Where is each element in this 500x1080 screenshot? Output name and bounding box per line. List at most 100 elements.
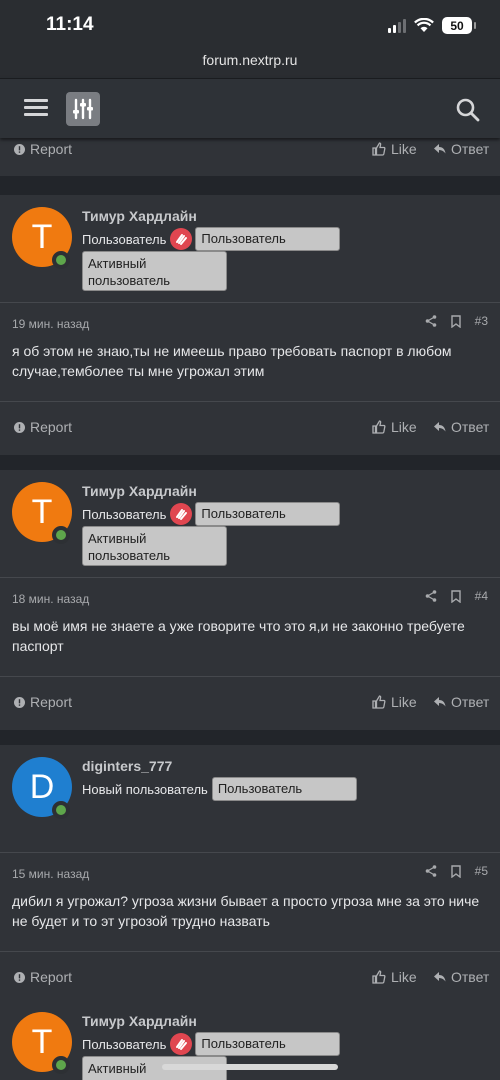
report-label: Report — [30, 419, 73, 435]
like-label: Like — [391, 694, 417, 710]
post-actions: Report Like Ответ — [0, 676, 500, 728]
reply-button[interactable]: Ответ — [434, 141, 489, 157]
post-body: я об этом не знаю,ты не имеешь право тре… — [12, 343, 452, 379]
post-body: вы моё имя не знаете а уже говорите что … — [12, 618, 465, 654]
like-button[interactable]: Like — [372, 141, 417, 157]
share-icon[interactable] — [425, 865, 437, 877]
reply-icon — [434, 972, 446, 982]
status-bar: 11:14 50 — [0, 0, 500, 46]
bookmark-icon[interactable] — [450, 864, 461, 878]
bookmark-icon[interactable] — [450, 314, 461, 328]
battery-indicator: 50 — [442, 17, 476, 34]
user-banner: Пользователь — [195, 502, 341, 526]
username[interactable]: Тимур Хардлайн — [82, 1013, 197, 1029]
thumbs-up-icon — [372, 142, 386, 156]
report-button[interactable]: Report — [14, 969, 72, 985]
post-author-block: T Тимур Хардлайн Пользователь Пользователь А… — [0, 195, 500, 303]
post-actions: Report Like Ответ — [0, 951, 500, 1003]
online-status-icon — [52, 251, 70, 269]
post-actions: Report Like Ответ — [0, 401, 500, 453]
reply-icon — [434, 144, 446, 154]
post-meta-icons: #4 — [425, 589, 488, 603]
user-banner: Пользователь — [211, 777, 357, 801]
bookmark-icon[interactable] — [450, 589, 461, 603]
username[interactable]: Тимур Хардлайн — [82, 208, 197, 224]
reply-label: Ответ — [451, 141, 490, 157]
like-label: Like — [391, 969, 417, 985]
online-status-icon — [52, 1056, 70, 1074]
user-banner: Пользователь — [195, 1032, 341, 1056]
post-time[interactable]: 19 мин. назад — [12, 317, 89, 331]
username[interactable]: diginters_777 — [82, 758, 172, 774]
reply-label: Ответ — [451, 694, 490, 710]
status-time: 11:14 — [46, 14, 94, 35]
like-label: Like — [391, 419, 417, 435]
signal-icon — [388, 18, 406, 33]
user-banner-active: Активный пользователь — [82, 526, 227, 566]
report-label: Report — [30, 694, 73, 710]
forum-navbar — [0, 78, 500, 138]
reply-label: Ответ — [451, 969, 490, 985]
report-button[interactable]: Report — [14, 419, 72, 435]
username[interactable]: Тимур Хардлайн — [82, 483, 197, 499]
user-title: Пользователь — [82, 231, 167, 247]
post-time[interactable]: 18 мин. назад — [12, 592, 89, 606]
user-role-row: Новый пользователь Пользователь — [82, 777, 357, 801]
post-meta: 18 мин. назад #4 — [0, 578, 500, 616]
group-badge-icon — [170, 1033, 193, 1055]
post-number[interactable]: #4 — [475, 589, 488, 603]
post: Ddiginters_777 Новый пользователь Пользова… — [0, 745, 500, 1005]
group-badge-icon — [170, 228, 193, 250]
post-number[interactable]: #5 — [475, 864, 488, 878]
post-time[interactable]: 15 мин. назад — [12, 867, 89, 881]
url-text: forum.nextrp.ru — [202, 52, 298, 68]
reply-label: Ответ — [451, 419, 490, 435]
home-indicator — [162, 1064, 338, 1070]
like-button[interactable]: Like — [372, 694, 417, 710]
alert-icon — [14, 971, 25, 983]
report-label: Report — [30, 141, 73, 157]
online-status-icon — [52, 526, 70, 544]
like-button[interactable]: Like — [372, 969, 417, 985]
reply-button[interactable]: Ответ — [434, 419, 489, 435]
wifi-icon — [414, 18, 434, 32]
report-button[interactable]: Report — [14, 694, 72, 710]
user-banner: Пользователь — [195, 227, 341, 251]
search-icon[interactable] — [455, 97, 481, 123]
thumbs-up-icon — [372, 970, 386, 984]
alert-icon — [14, 143, 25, 155]
user-title: Пользователь — [82, 1036, 167, 1052]
group-badge-icon — [170, 503, 193, 525]
like-label: Like — [391, 141, 417, 157]
reply-button[interactable]: Ответ — [434, 694, 489, 710]
share-icon[interactable] — [425, 590, 437, 602]
post-meta-icons: #5 — [425, 864, 488, 878]
post-author-block: Ddiginters_777 Новый пользователь Пользова… — [0, 745, 500, 853]
post-meta: 19 мин. назад #3 — [0, 303, 500, 341]
menu-icon[interactable] — [24, 99, 48, 117]
user-banner-active: Активный пользователь — [82, 251, 227, 291]
post: T Тимур Хардлайн Пользователь Пользователь А… — [0, 195, 500, 455]
user-role-row: Пользователь Пользователь — [82, 227, 341, 251]
user-title: Новый пользователь — [82, 781, 208, 797]
alert-icon — [14, 696, 25, 708]
post-body: дибил я угрожал? угроза жизни бывает а п… — [12, 893, 480, 929]
user-role-row: Пользователь Пользователь — [82, 502, 341, 526]
post-meta-icons: #3 — [425, 314, 488, 328]
user-role-row: Пользователь Пользователь — [82, 1032, 341, 1056]
reply-icon — [434, 697, 446, 707]
reply-icon — [434, 422, 446, 432]
url-bar[interactable]: forum.nextrp.ru — [0, 46, 500, 78]
reply-button[interactable]: Ответ — [434, 969, 489, 985]
post-author-block: T Тимур Хардлайн Пользователь Пользователь А… — [0, 470, 500, 578]
report-label: Report — [30, 969, 73, 985]
report-button[interactable]: Report — [14, 141, 72, 157]
share-icon[interactable] — [425, 315, 437, 327]
filter-button[interactable] — [66, 92, 100, 126]
like-button[interactable]: Like — [372, 419, 417, 435]
post-number[interactable]: #3 — [475, 314, 488, 328]
thumbs-up-icon — [372, 420, 386, 434]
sliders-icon — [73, 98, 93, 120]
thumbs-up-icon — [372, 695, 386, 709]
post: T Тимур Хардлайн Пользователь Пользователь А… — [0, 470, 500, 730]
